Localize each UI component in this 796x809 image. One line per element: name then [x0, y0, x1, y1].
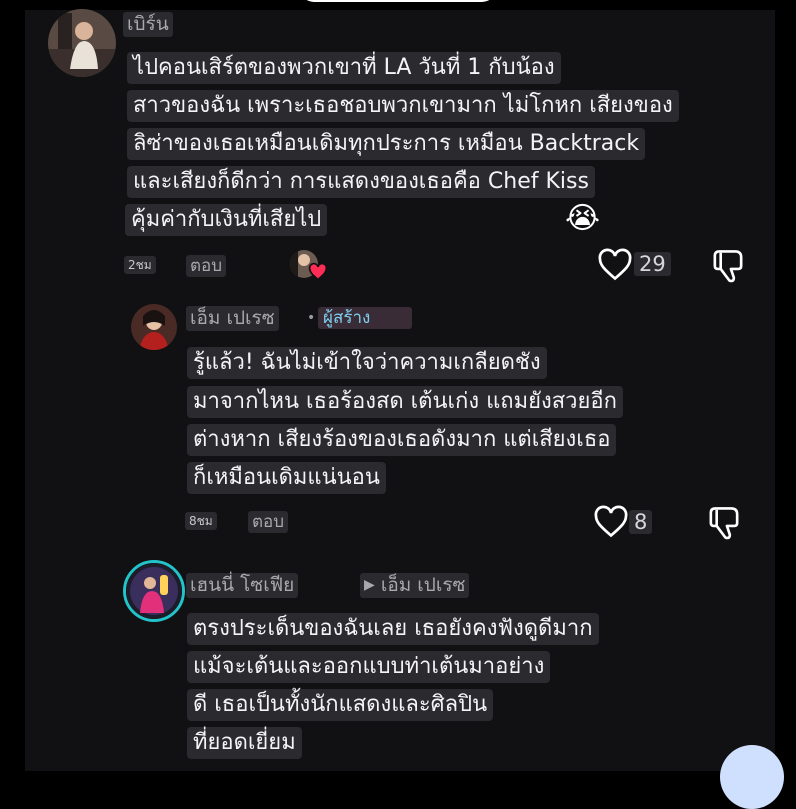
comment-text-line: ลิซ่าของเธอเหมือนเดิมทุกประการ เหมือน Ba… — [127, 128, 646, 160]
like-count: 8 — [629, 510, 653, 534]
comment-username[interactable]: เอ็ม เปเรซ — [186, 306, 279, 331]
reply-button[interactable]: ตอบ — [186, 255, 227, 278]
floating-action-button[interactable] — [720, 745, 784, 809]
creator-badge: ผู้สร้าง — [318, 307, 413, 330]
comment-time: 2ชม — [124, 256, 156, 275]
separator-dot: • — [307, 310, 316, 326]
dislike-icon[interactable] — [706, 504, 742, 542]
dislike-icon[interactable] — [710, 247, 746, 285]
like-count: 29 — [634, 252, 671, 276]
creator-liked-badge — [290, 250, 330, 284]
creator-avatar[interactable] — [131, 304, 177, 350]
like-heart-icon[interactable] — [593, 505, 629, 539]
heart-icon — [308, 262, 328, 281]
reply-button[interactable]: ตอบ — [248, 511, 289, 534]
comment-username[interactable]: เฮนนี่ โซเฟีย — [186, 573, 299, 598]
comment-text-line: และเสียงก็ดีกว่า การแสดงของเธอคือ Chef K… — [127, 166, 595, 198]
comment-username[interactable]: เบิร์น — [123, 12, 173, 37]
avatar[interactable] — [48, 9, 116, 77]
comment-text-line: ดี เธอเป็นทั้งนักแสดงและศิลปิน — [187, 689, 494, 721]
comment-text-line: สาวของฉัน เพราะเธอชอบพวกเขามาก ไม่โกหก เ… — [127, 90, 679, 122]
comment-text-line: คุ้มค่ากับเงินที่เสียไป — [125, 204, 328, 236]
comment-text-line: มาจากไหน เธอร้องสด เต้นเก่ง แถมยังสวยอีก — [187, 386, 623, 418]
story-avatar[interactable] — [123, 560, 185, 622]
reply-to-username: เอ็ม เปเรซ — [380, 574, 466, 596]
comment-text-line: ที่ยอดเยี่ยม — [187, 727, 302, 759]
comment-time: 8ชม — [185, 512, 217, 531]
comment-text-line: รู้แล้ว! ฉันไม่เข้าใจว่าความเกลียดชัง — [187, 347, 547, 379]
like-heart-icon[interactable] — [597, 248, 633, 282]
comment-text-line: ไปคอนเสิร์ตของพวกเขาที่ LA วันที่ 1 กับน… — [127, 52, 561, 84]
comment-text-line: ต่างหาก เสียงร้องของเธอดังมาก แต่เสียงเธ… — [187, 424, 617, 456]
crying-emoji-icon: 😭 — [565, 201, 601, 236]
comment-text-line: แม้จะเต้นและออกแบบท่าเต้นมาอย่าง — [187, 651, 551, 683]
reply-to-mention[interactable]: ▶ เอ็ม เปเรซ — [360, 573, 470, 598]
drag-handle[interactable] — [300, 0, 496, 2]
play-triangle-icon: ▶ — [364, 577, 375, 593]
comment-text-line: ตรงประเด็นของฉันเลย เธอยังคงฟังดูดีมาก — [187, 613, 599, 645]
comment-text-line: ก็เหมือนเดิมแน่นอน — [187, 462, 386, 494]
